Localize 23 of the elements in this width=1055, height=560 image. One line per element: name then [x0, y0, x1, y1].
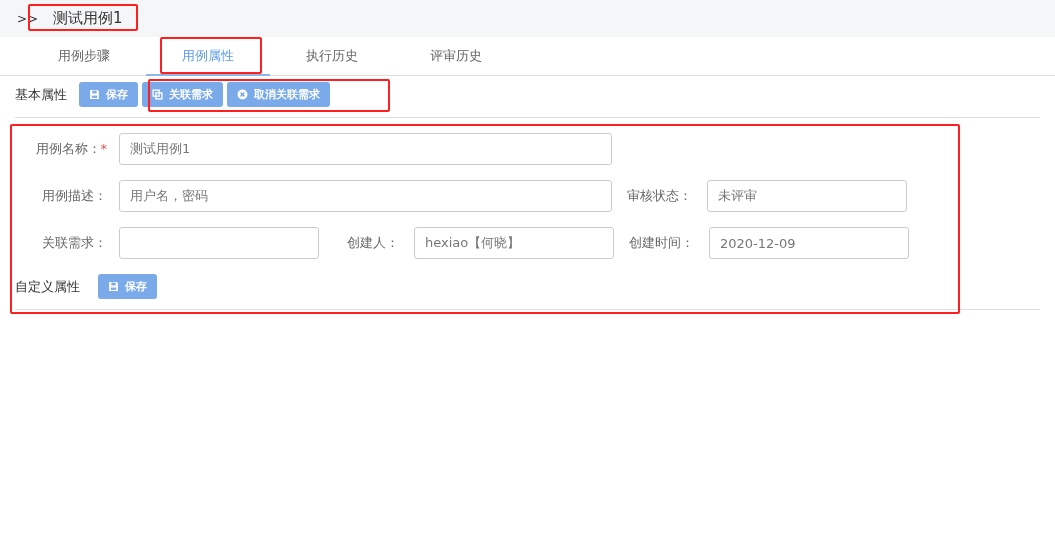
- text-field[interactable]: hexiao【何晓】: [415, 228, 613, 258]
- tab[interactable]: 执行历史: [270, 37, 394, 76]
- page-title: 测试用例1: [53, 9, 123, 28]
- required-mark: *: [100, 141, 107, 156]
- tab[interactable]: 评审历史: [394, 37, 518, 76]
- field-label: 用例名称：: [35, 141, 101, 156]
- copy-icon: [152, 89, 163, 100]
- section-title: 基本属性: [15, 85, 67, 104]
- close-circle-icon: [237, 89, 248, 100]
- section-title: 自定义属性: [15, 277, 80, 296]
- tab[interactable]: 用例属性: [146, 37, 270, 76]
- field-label: 关联需求：: [41, 234, 108, 252]
- text-field[interactable]: 未评审: [708, 181, 906, 211]
- field-label: 创建时间：: [628, 234, 695, 252]
- tab[interactable]: 用例步骤: [22, 37, 146, 76]
- field-label: 用例描述：: [41, 187, 108, 205]
- text-field[interactable]: 2020-12-09: [710, 228, 908, 258]
- text-field[interactable]: 测试用例1: [120, 134, 611, 164]
- text-field[interactable]: 用户名，密码: [120, 181, 611, 211]
- save-icon: [89, 89, 100, 100]
- field-label: 审核状态：: [626, 187, 693, 205]
- field-label: 创建人：: [346, 234, 400, 252]
- save-icon: [108, 281, 119, 292]
